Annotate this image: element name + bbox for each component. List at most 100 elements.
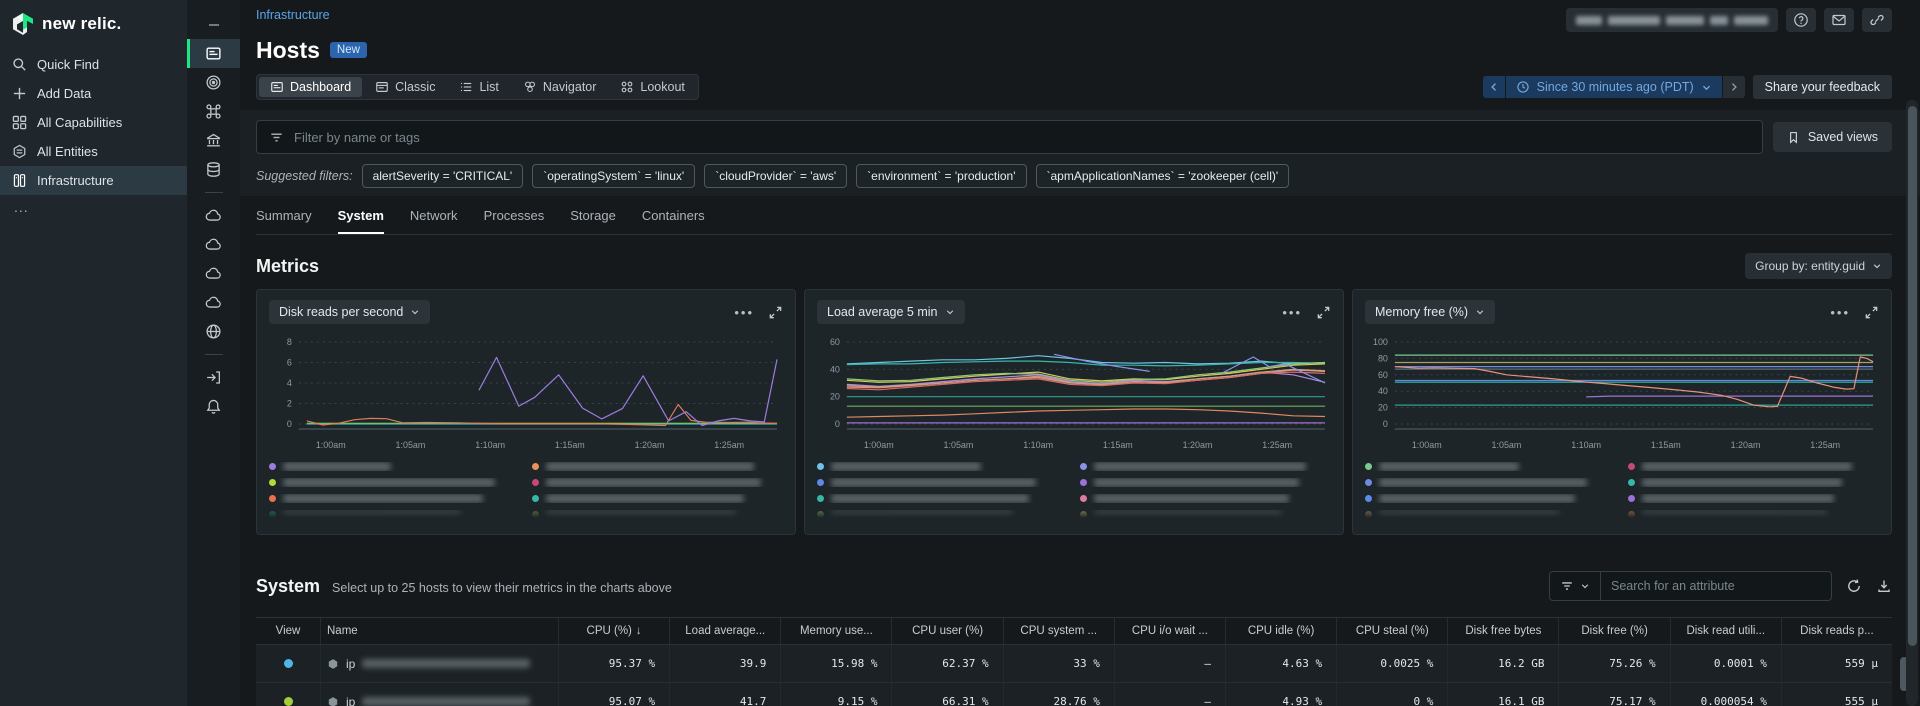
chart-plot[interactable]: 864201:00am1:05am1:10am1:15am1:20am1:25a…	[269, 328, 783, 456]
legend-item[interactable]	[1365, 462, 1616, 471]
tab-classic[interactable]: Classic	[364, 77, 446, 97]
section-tab-system[interactable]: System	[338, 208, 384, 234]
chart-metric-dropdown[interactable]: Disk reads per second	[269, 300, 430, 324]
column-header[interactable]: CPU i/o wait ...	[1114, 618, 1225, 644]
rail-item-cloud-3[interactable]	[187, 259, 240, 288]
column-header[interactable]: CPU steal (%)	[1336, 618, 1447, 644]
rail-item-bank[interactable]	[187, 126, 240, 155]
expand-icon[interactable]	[768, 305, 783, 320]
chart-metric-dropdown[interactable]: Memory free (%)	[1365, 300, 1495, 324]
column-header[interactable]: CPU idle (%)	[1225, 618, 1336, 644]
tab-list[interactable]: List	[448, 77, 509, 97]
column-header[interactable]: Disk free (%)	[1558, 618, 1669, 644]
rail-item-cloud-1[interactable]	[187, 201, 240, 230]
group-by-button[interactable]: Group by: entity.guid	[1745, 253, 1892, 279]
share-feedback-button[interactable]: Share your feedback	[1753, 75, 1892, 99]
rail-item-target[interactable]	[187, 68, 240, 97]
legend-item[interactable]	[1628, 510, 1879, 519]
tab-dashboard[interactable]: Dashboard	[259, 77, 362, 97]
rail-item-command[interactable]	[187, 97, 240, 126]
page-scrollbar-thumb[interactable]	[1908, 106, 1917, 646]
legend-item[interactable]	[1080, 462, 1331, 471]
attribute-filter-button[interactable]	[1550, 572, 1601, 600]
page-scrollbar[interactable]	[1906, 100, 1918, 706]
collapse-rail-button[interactable]	[187, 10, 240, 39]
legend-item[interactable]	[1080, 478, 1331, 487]
legend-item[interactable]	[1628, 478, 1879, 487]
column-header[interactable]: Load average...	[669, 618, 780, 644]
expand-icon[interactable]	[1316, 305, 1331, 320]
tab-navigator[interactable]: Navigator	[512, 77, 608, 97]
view-cell[interactable]	[256, 645, 320, 682]
rail-item-cloud-4[interactable]	[187, 288, 240, 317]
download-icon[interactable]	[1876, 578, 1892, 594]
section-tab-storage[interactable]: Storage	[570, 208, 616, 234]
new-relic-logo[interactable]: new relic.	[0, 8, 187, 50]
column-header[interactable]: Name	[320, 618, 558, 644]
table-row[interactable]: ip95.07 %41.79.15 %66.31 %28.76 %–4.93 %…	[256, 683, 1892, 706]
legend-item[interactable]	[1628, 462, 1879, 471]
rail-item-notifications[interactable]	[187, 392, 240, 421]
rail-item-globe[interactable]	[187, 317, 240, 346]
help-button[interactable]	[1786, 8, 1816, 32]
rail-item-database[interactable]	[187, 155, 240, 184]
filter-bar[interactable]	[256, 120, 1763, 154]
sidebar-item-quick-find[interactable]: Quick Find	[0, 50, 187, 79]
section-tab-processes[interactable]: Processes	[484, 208, 545, 234]
legend-item[interactable]	[817, 462, 1068, 471]
breadcrumb[interactable]: Infrastructure	[256, 8, 330, 22]
refresh-icon[interactable]	[1846, 578, 1862, 594]
suggested-filter-pill[interactable]: `operatingSystem` = 'linux'	[532, 164, 695, 188]
column-header[interactable]: CPU (%)↓	[558, 618, 669, 644]
column-header[interactable]: CPU system ...	[1003, 618, 1114, 644]
chart-metric-dropdown[interactable]: Load average 5 min	[817, 300, 965, 324]
legend-item[interactable]	[817, 494, 1068, 503]
time-forward-button[interactable]	[1723, 76, 1745, 98]
chart-plot[interactable]: 60402001:00am1:05am1:10am1:15am1:20am1:2…	[817, 328, 1331, 456]
legend-item[interactable]	[1365, 510, 1616, 519]
time-range-button[interactable]: Since 30 minutes ago (PDT)	[1506, 76, 1722, 98]
table-row[interactable]: ip95.37 %39.915.98 %62.37 %33 %–4.63 %0.…	[256, 645, 1892, 683]
suggested-filter-pill[interactable]: alertSeverity = 'CRITICAL'	[362, 164, 524, 188]
rail-item-sign-in[interactable]	[187, 363, 240, 392]
section-tab-summary[interactable]: Summary	[256, 208, 312, 234]
column-header[interactable]: Memory use...	[780, 618, 891, 644]
legend-item[interactable]	[1365, 494, 1616, 503]
saved-views-button[interactable]: Saved views	[1773, 122, 1892, 152]
legend-item[interactable]	[269, 462, 520, 471]
legend-item[interactable]	[532, 494, 783, 503]
sidebar-item-all-entities[interactable]: All Entities	[0, 137, 187, 166]
legend-item[interactable]	[1080, 494, 1331, 503]
legend-item[interactable]	[1365, 478, 1616, 487]
column-header[interactable]: CPU user (%)	[891, 618, 1002, 644]
legend-item[interactable]	[269, 510, 520, 519]
filter-input[interactable]	[294, 130, 1750, 145]
host-name-cell[interactable]: ip	[320, 683, 558, 706]
rail-item-cloud-2[interactable]	[187, 230, 240, 259]
legend-item[interactable]	[1628, 494, 1879, 503]
time-back-button[interactable]	[1483, 76, 1505, 98]
chart-options-menu[interactable]: •••	[1830, 305, 1850, 320]
legend-item[interactable]	[817, 510, 1068, 519]
legend-item[interactable]	[269, 478, 520, 487]
sidebar-more-button[interactable]: ...	[0, 195, 187, 219]
sidebar-item-all-capabilities[interactable]: All Capabilities	[0, 108, 187, 137]
legend-item[interactable]	[269, 494, 520, 503]
host-name-cell[interactable]: ip	[320, 645, 558, 682]
column-header[interactable]: Disk read utili...	[1670, 618, 1781, 644]
inbox-button[interactable]	[1824, 8, 1854, 32]
legend-item[interactable]	[532, 510, 783, 519]
column-header[interactable]: Disk free bytes	[1447, 618, 1558, 644]
legend-item[interactable]	[1080, 510, 1331, 519]
chart-plot[interactable]: 1008060402001:00am1:05am1:10am1:15am1:20…	[1365, 328, 1879, 456]
rail-item-hosts-dashboard[interactable]	[187, 39, 240, 68]
chart-options-menu[interactable]: •••	[1282, 305, 1302, 320]
expand-icon[interactable]	[1864, 305, 1879, 320]
legend-item[interactable]	[817, 478, 1068, 487]
section-tab-network[interactable]: Network	[410, 208, 458, 234]
chart-options-menu[interactable]: •••	[734, 305, 754, 320]
sidebar-item-add-data[interactable]: Add Data	[0, 79, 187, 108]
section-tab-containers[interactable]: Containers	[642, 208, 705, 234]
attribute-search-input[interactable]	[1601, 579, 1831, 593]
sidebar-item-infrastructure[interactable]: Infrastructure	[0, 166, 187, 195]
